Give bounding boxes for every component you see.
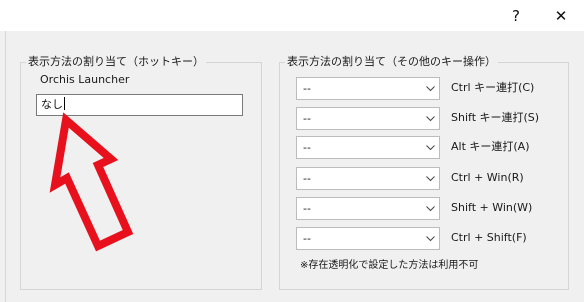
alt-double-press-select[interactable]: --: [296, 136, 440, 159]
transparency-note: ※存在透明化で設定した方法は利用不可: [300, 260, 479, 271]
combo-value: --: [303, 202, 311, 215]
left-panel-edge: [0, 31, 6, 302]
ctrl-double-press-label: Ctrl キー連打(C): [451, 81, 535, 94]
chevron-down-icon: [426, 176, 435, 182]
shift-double-press-select[interactable]: --: [296, 107, 440, 130]
other-keys-group-legend: 表示方法の割り当て（その他のキー操作）: [285, 54, 498, 70]
ctrl-double-press-select[interactable]: --: [296, 77, 440, 100]
text-caret: [64, 97, 65, 110]
shift-win-label: Shift + Win(W): [451, 201, 533, 214]
chevron-down-icon: [426, 236, 435, 242]
shift-double-press-label: Shift キー連打(S): [451, 111, 540, 124]
help-button[interactable]: ?: [493, 0, 539, 31]
combo-value: --: [303, 172, 311, 185]
ctrl-win-select[interactable]: --: [296, 167, 440, 190]
chevron-down-icon: [426, 86, 435, 92]
title-bar: ? ✕: [0, 0, 584, 31]
hotkey-group-legend: 表示方法の割り当て（ホットキー）: [26, 54, 206, 70]
shift-win-select[interactable]: --: [296, 197, 440, 220]
combo-value: --: [303, 112, 311, 125]
close-button[interactable]: ✕: [538, 0, 584, 31]
ctrl-shift-label: Ctrl + Shift(F): [451, 231, 527, 244]
chevron-down-icon: [426, 206, 435, 212]
hotkey-input-value: なし: [41, 98, 63, 111]
combo-value: --: [303, 82, 311, 95]
chevron-down-icon: [426, 145, 435, 151]
combo-value: --: [303, 232, 311, 245]
ctrl-win-label: Ctrl + Win(R): [451, 171, 524, 184]
help-icon: ?: [512, 6, 520, 25]
close-icon: ✕: [554, 6, 568, 25]
alt-double-press-label: Alt キー連打(A): [451, 140, 530, 153]
ctrl-shift-select[interactable]: --: [296, 227, 440, 250]
combo-value: --: [303, 141, 311, 154]
orchis-launcher-label: Orchis Launcher: [40, 73, 130, 86]
chevron-down-icon: [426, 116, 435, 122]
hotkey-input[interactable]: なし: [36, 94, 243, 116]
